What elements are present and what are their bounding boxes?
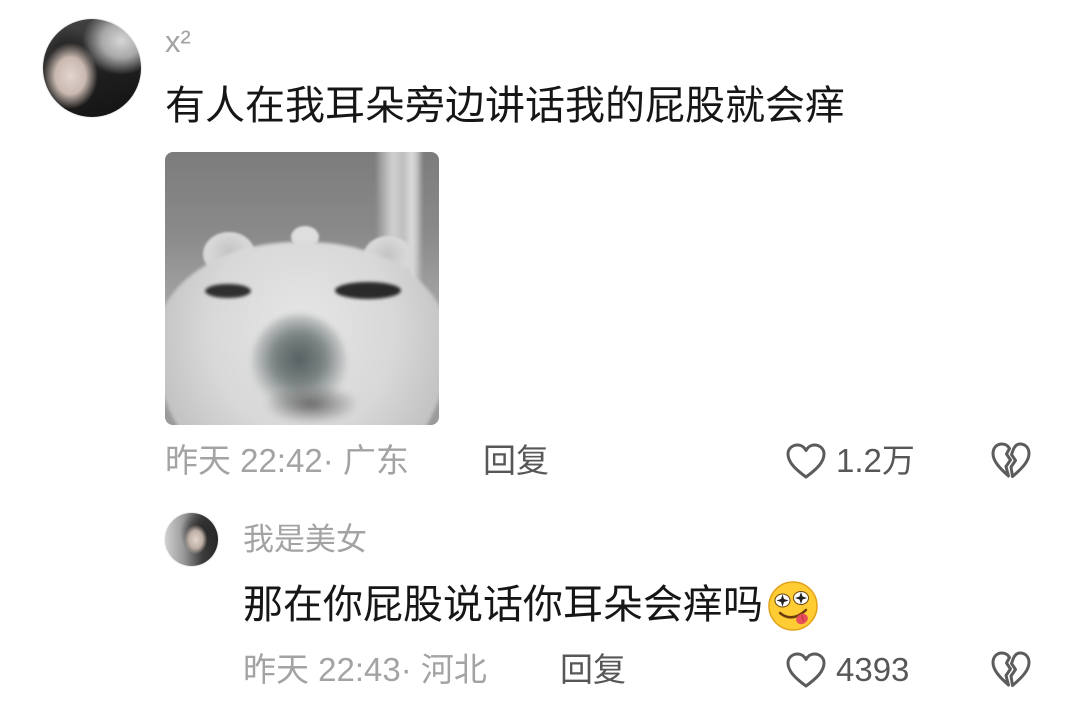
like-count: 1.2万	[836, 442, 915, 479]
star-eyes-tongue-out-emoji	[766, 578, 820, 632]
broken-heart-icon[interactable]	[990, 441, 1032, 481]
comment-username[interactable]: x²	[165, 22, 191, 62]
user-avatar[interactable]	[43, 19, 141, 117]
reply-text: 那在你屁股说话你耳朵会痒吗	[243, 583, 763, 627]
plush-bear-eye-left	[205, 284, 251, 298]
reply-button[interactable]: 回复	[483, 440, 549, 482]
reply-username[interactable]: 我是美女	[243, 520, 367, 560]
broken-heart-icon[interactable]	[990, 650, 1032, 690]
heart-outline-icon[interactable]	[785, 442, 827, 480]
user-avatar[interactable]	[165, 513, 218, 566]
comment-time-location: 昨天 22:42· 广东	[165, 442, 409, 479]
plush-bear-mouth	[263, 384, 359, 424]
reply-content: 那在你屁股说话你耳朵会痒吗	[243, 578, 820, 632]
comment-text: 有人在我耳朵旁边讲话我的屁股就会痒	[165, 84, 845, 128]
plush-bear-eye-right	[335, 282, 401, 299]
comment-image[interactable]	[165, 152, 439, 425]
heart-outline-icon[interactable]	[785, 651, 827, 689]
reply-time-location: 昨天 22:43· 河北	[243, 651, 487, 688]
reply-button[interactable]: 回复	[560, 649, 626, 691]
like-count: 4393	[836, 651, 910, 688]
